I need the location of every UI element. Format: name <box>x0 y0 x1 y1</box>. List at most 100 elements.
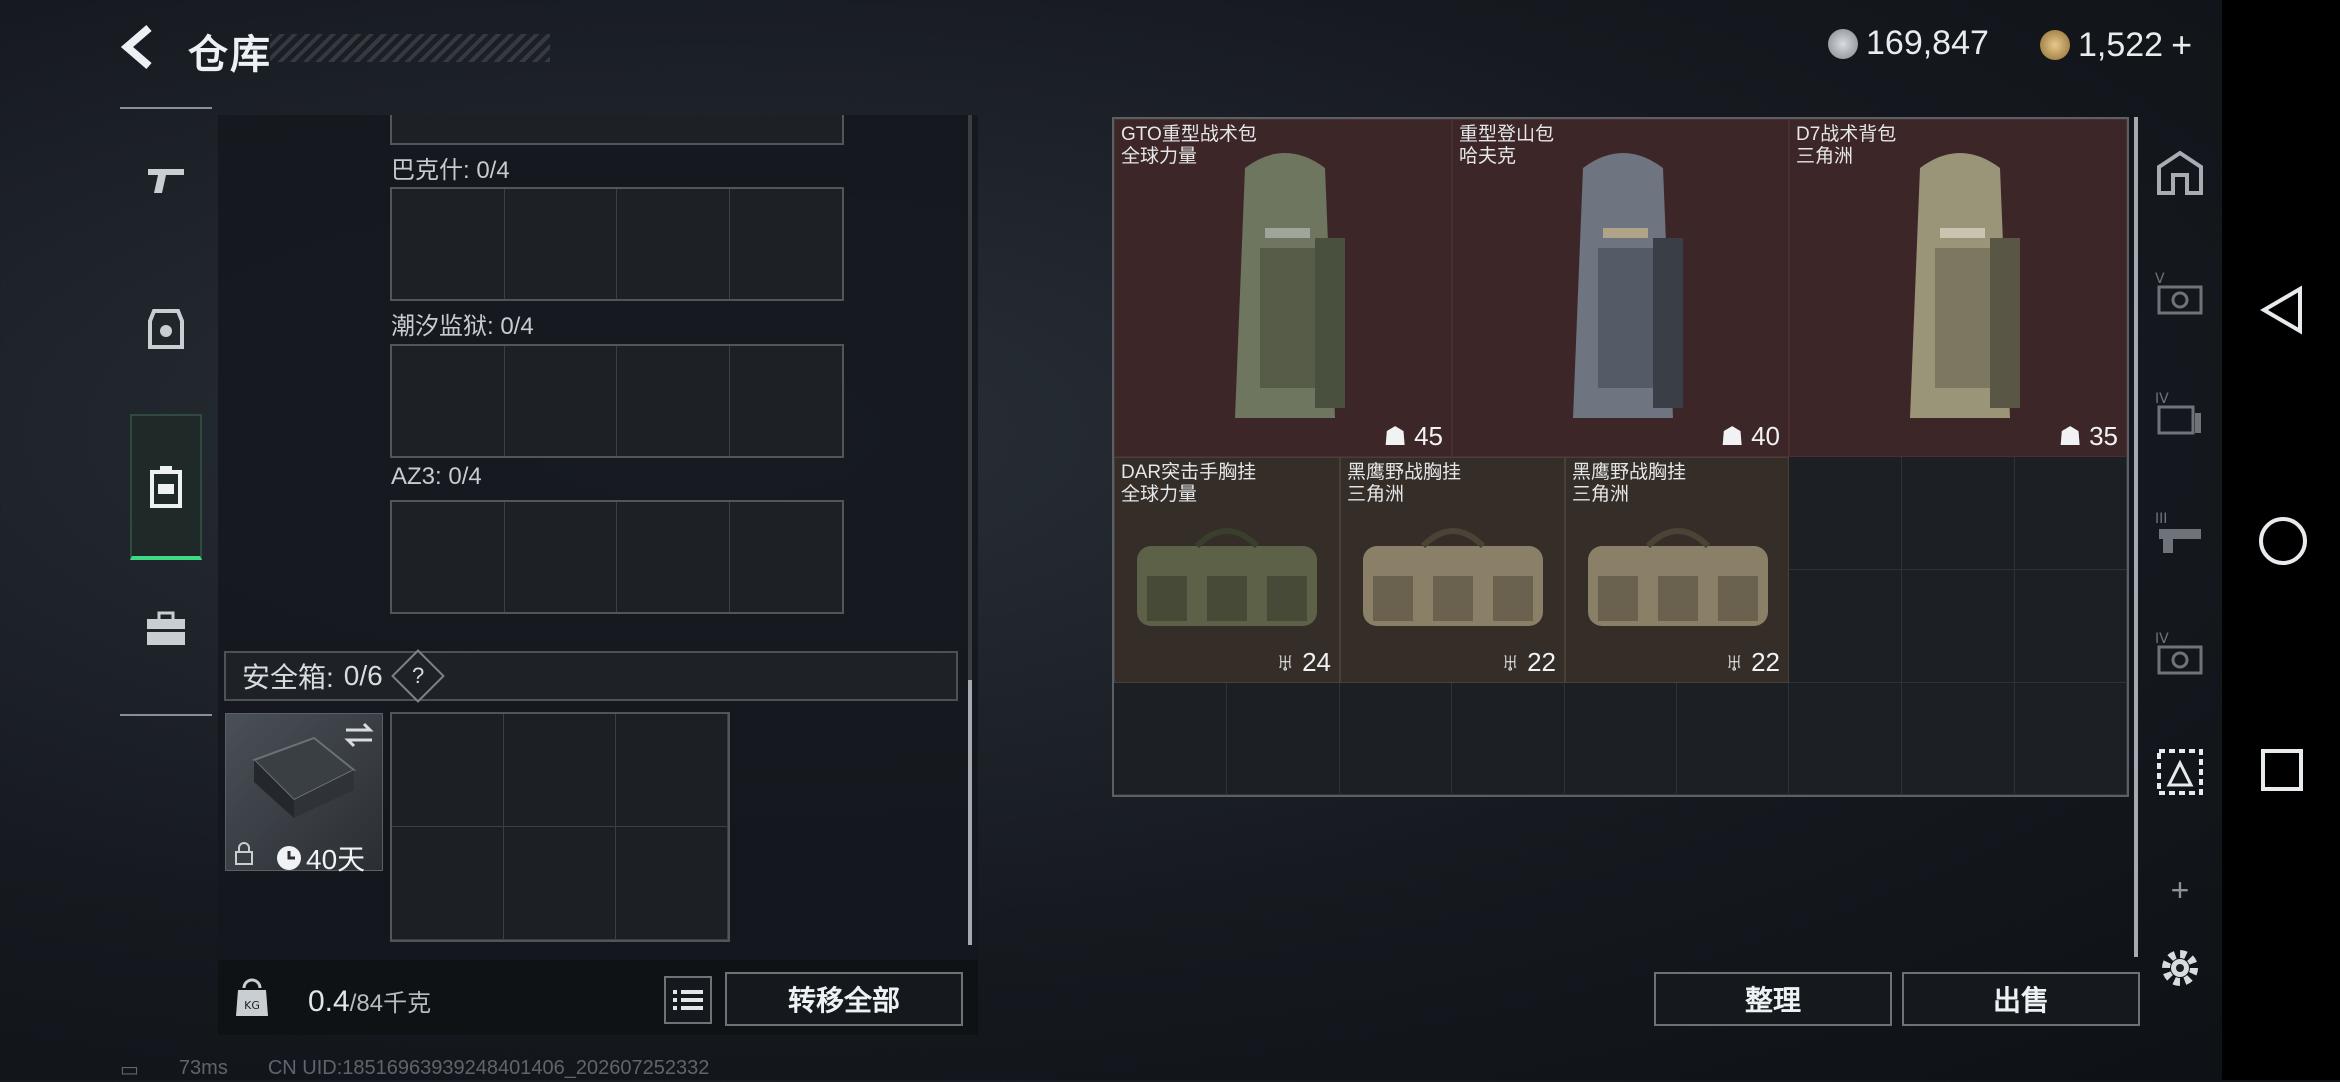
stash-tier-icon: IV <box>2155 391 2201 435</box>
stash-tier-icon: V <box>2155 271 2203 315</box>
stash-page-1[interactable] <box>2148 140 2212 204</box>
weight-readout: 0.4/84千克 <box>308 983 431 1019</box>
add-stash-page-button[interactable]: + <box>2148 858 2212 922</box>
safe-box-item[interactable]: 40天 <box>225 713 383 875</box>
system-nav-bar <box>2222 0 2340 1080</box>
empty-cell[interactable] <box>1677 683 1789 795</box>
item-capacity: ☗ 45 <box>1383 421 1443 451</box>
inventory-item-chest-rig[interactable]: DAR突击手胸挂 全球力量 ♅ 24 <box>1114 457 1340 683</box>
item-capacity: ☗ 40 <box>1720 421 1780 451</box>
uid-readout: CN UID:185169639392484014​06_20260725233… <box>267 1057 710 1079</box>
expiry: 40天 <box>276 838 365 878</box>
weight-total: /84千克 <box>349 990 432 1017</box>
nav-case[interactable] <box>120 559 212 699</box>
slot-grid[interactable] <box>390 187 844 301</box>
empty-cell[interactable] <box>1902 570 2015 683</box>
category-nav <box>120 107 212 716</box>
lock-icon <box>235 842 253 865</box>
safe-box-grid[interactable] <box>390 712 730 942</box>
stash-page-3[interactable]: IV <box>2148 380 2212 444</box>
empty-cell[interactable] <box>1114 683 1227 795</box>
svg-text:IV: IV <box>2155 631 2169 647</box>
empty-cell[interactable] <box>1340 683 1452 795</box>
gold-triangle-icon <box>2040 30 2070 60</box>
safe-box-header: 安全箱: 0/6 ? <box>224 649 958 703</box>
home-stash-icon <box>2157 150 2203 195</box>
backpack-image <box>1235 153 1345 418</box>
empty-cell[interactable] <box>2015 457 2127 570</box>
slot-grid[interactable] <box>390 500 844 614</box>
home-nav-icon[interactable] <box>2258 516 2308 566</box>
svg-text:III: III <box>2155 511 2167 527</box>
stash-page-5[interactable]: IV <box>2148 620 2212 684</box>
item-name: 黑鹰野战胸挂 三角洲 <box>1572 462 1687 505</box>
currency-coins: 169,847 <box>1828 24 1989 63</box>
empty-cell[interactable] <box>2015 683 2127 795</box>
swap-icon[interactable] <box>344 722 374 748</box>
svg-text:V: V <box>2155 271 2165 287</box>
empty-cell[interactable] <box>1789 457 1902 570</box>
help-icon: ? <box>411 663 424 688</box>
stash-page-4[interactable]: III <box>2148 500 2212 564</box>
item-capacity: ♅ 24 <box>1275 647 1331 677</box>
inventory-scroll-thumb[interactable] <box>2134 117 2138 957</box>
sort-button[interactable]: 整理 <box>1654 972 1892 1026</box>
list-view-button[interactable] <box>664 976 712 1024</box>
safe-box-label: 安全箱: <box>242 662 334 693</box>
ping-readout: 73ms <box>178 1057 228 1079</box>
sell-button[interactable]: 出售 <box>1902 972 2140 1026</box>
empty-cell[interactable] <box>1789 683 1902 795</box>
empty-cell[interactable] <box>1789 570 1902 683</box>
backpack-image <box>1910 153 2020 418</box>
inventory-item-backpack[interactable]: 重型登山包 哈夫克 ☗ 40 <box>1452 119 1789 457</box>
recents-nav-icon[interactable] <box>2260 748 2304 792</box>
currency-gold: 1,522 + <box>2040 24 2192 66</box>
inventory-item-backpack[interactable]: D7战术背包 三角洲 ☗ 35 <box>1789 119 2127 457</box>
empty-cell[interactable] <box>1227 683 1340 795</box>
nav-weapons[interactable] <box>120 109 212 249</box>
inventory-grid[interactable]: GTO重型战术包 全球力量 ☗ 45 重型登山包 哈夫克 ☗ 40 D7战术背包 三角… <box>1112 117 2129 797</box>
settings-button[interactable] <box>2148 936 2212 1000</box>
empty-cell[interactable] <box>1452 683 1565 795</box>
item-name: DAR突击手胸挂 全球力量 <box>1121 462 1257 505</box>
nav-backpack[interactable] <box>130 414 202 560</box>
slot-partial <box>390 115 844 145</box>
item-capacity: ♅ 22 <box>1500 647 1556 677</box>
back-nav-icon[interactable] <box>2260 285 2304 335</box>
back-arrow-icon[interactable] <box>115 22 165 72</box>
briefcase-icon <box>147 611 185 645</box>
inventory-item-chest-rig[interactable]: 黑鹰野战胸挂 三角洲 ♅ 22 <box>1340 457 1565 683</box>
inventory-item-backpack[interactable]: GTO重型战术包 全球力量 ☗ 45 <box>1114 119 1452 457</box>
transfer-all-button[interactable]: 转移全部 <box>725 972 963 1026</box>
svg-text:KG: KG <box>244 999 260 1012</box>
item-name: 重型登山包 哈夫克 <box>1459 124 1555 167</box>
chest-rig-image <box>1363 528 1543 626</box>
nav-armor[interactable] <box>120 259 212 399</box>
weight-icon: KG <box>236 978 268 1016</box>
empty-cell[interactable] <box>2015 570 2127 683</box>
container-scroll-thumb[interactable] <box>968 680 972 945</box>
empty-cell[interactable] <box>1902 457 2015 570</box>
stash-page-2[interactable]: V <box>2148 260 2212 324</box>
safe-case-image <box>252 736 356 818</box>
empty-cell[interactable] <box>1902 683 2015 795</box>
stash-page-active[interactable] <box>2148 740 2212 804</box>
list-icon <box>673 990 703 1010</box>
empty-cell[interactable] <box>1565 683 1677 795</box>
chest-rig-image <box>1588 528 1768 626</box>
page-title: 仓库 <box>188 33 272 77</box>
svg-text:IV: IV <box>2155 391 2169 407</box>
title-stripe-decoration <box>270 34 550 62</box>
safe-box-count: 0/6 <box>343 660 383 691</box>
status-row: ▭ 73ms CN UID:185169639392484014​06_2026… <box>120 1057 709 1082</box>
slot-grid[interactable] <box>390 344 844 458</box>
chest-rig-image <box>1137 528 1317 626</box>
expiry-days: 40天 <box>306 844 366 875</box>
help-button[interactable]: ? <box>390 649 445 703</box>
add-currency-button[interactable]: + <box>2171 24 2192 66</box>
item-name: GTO重型战术包 全球力量 <box>1121 124 1257 167</box>
weight-value: 0.4 <box>308 985 350 1018</box>
inventory-item-chest-rig[interactable]: 黑鹰野战胸挂 三角洲 ♅ 22 <box>1565 457 1789 683</box>
gear-icon <box>2162 950 2198 986</box>
slot-label: 巴克什: 0/4 <box>391 157 510 184</box>
